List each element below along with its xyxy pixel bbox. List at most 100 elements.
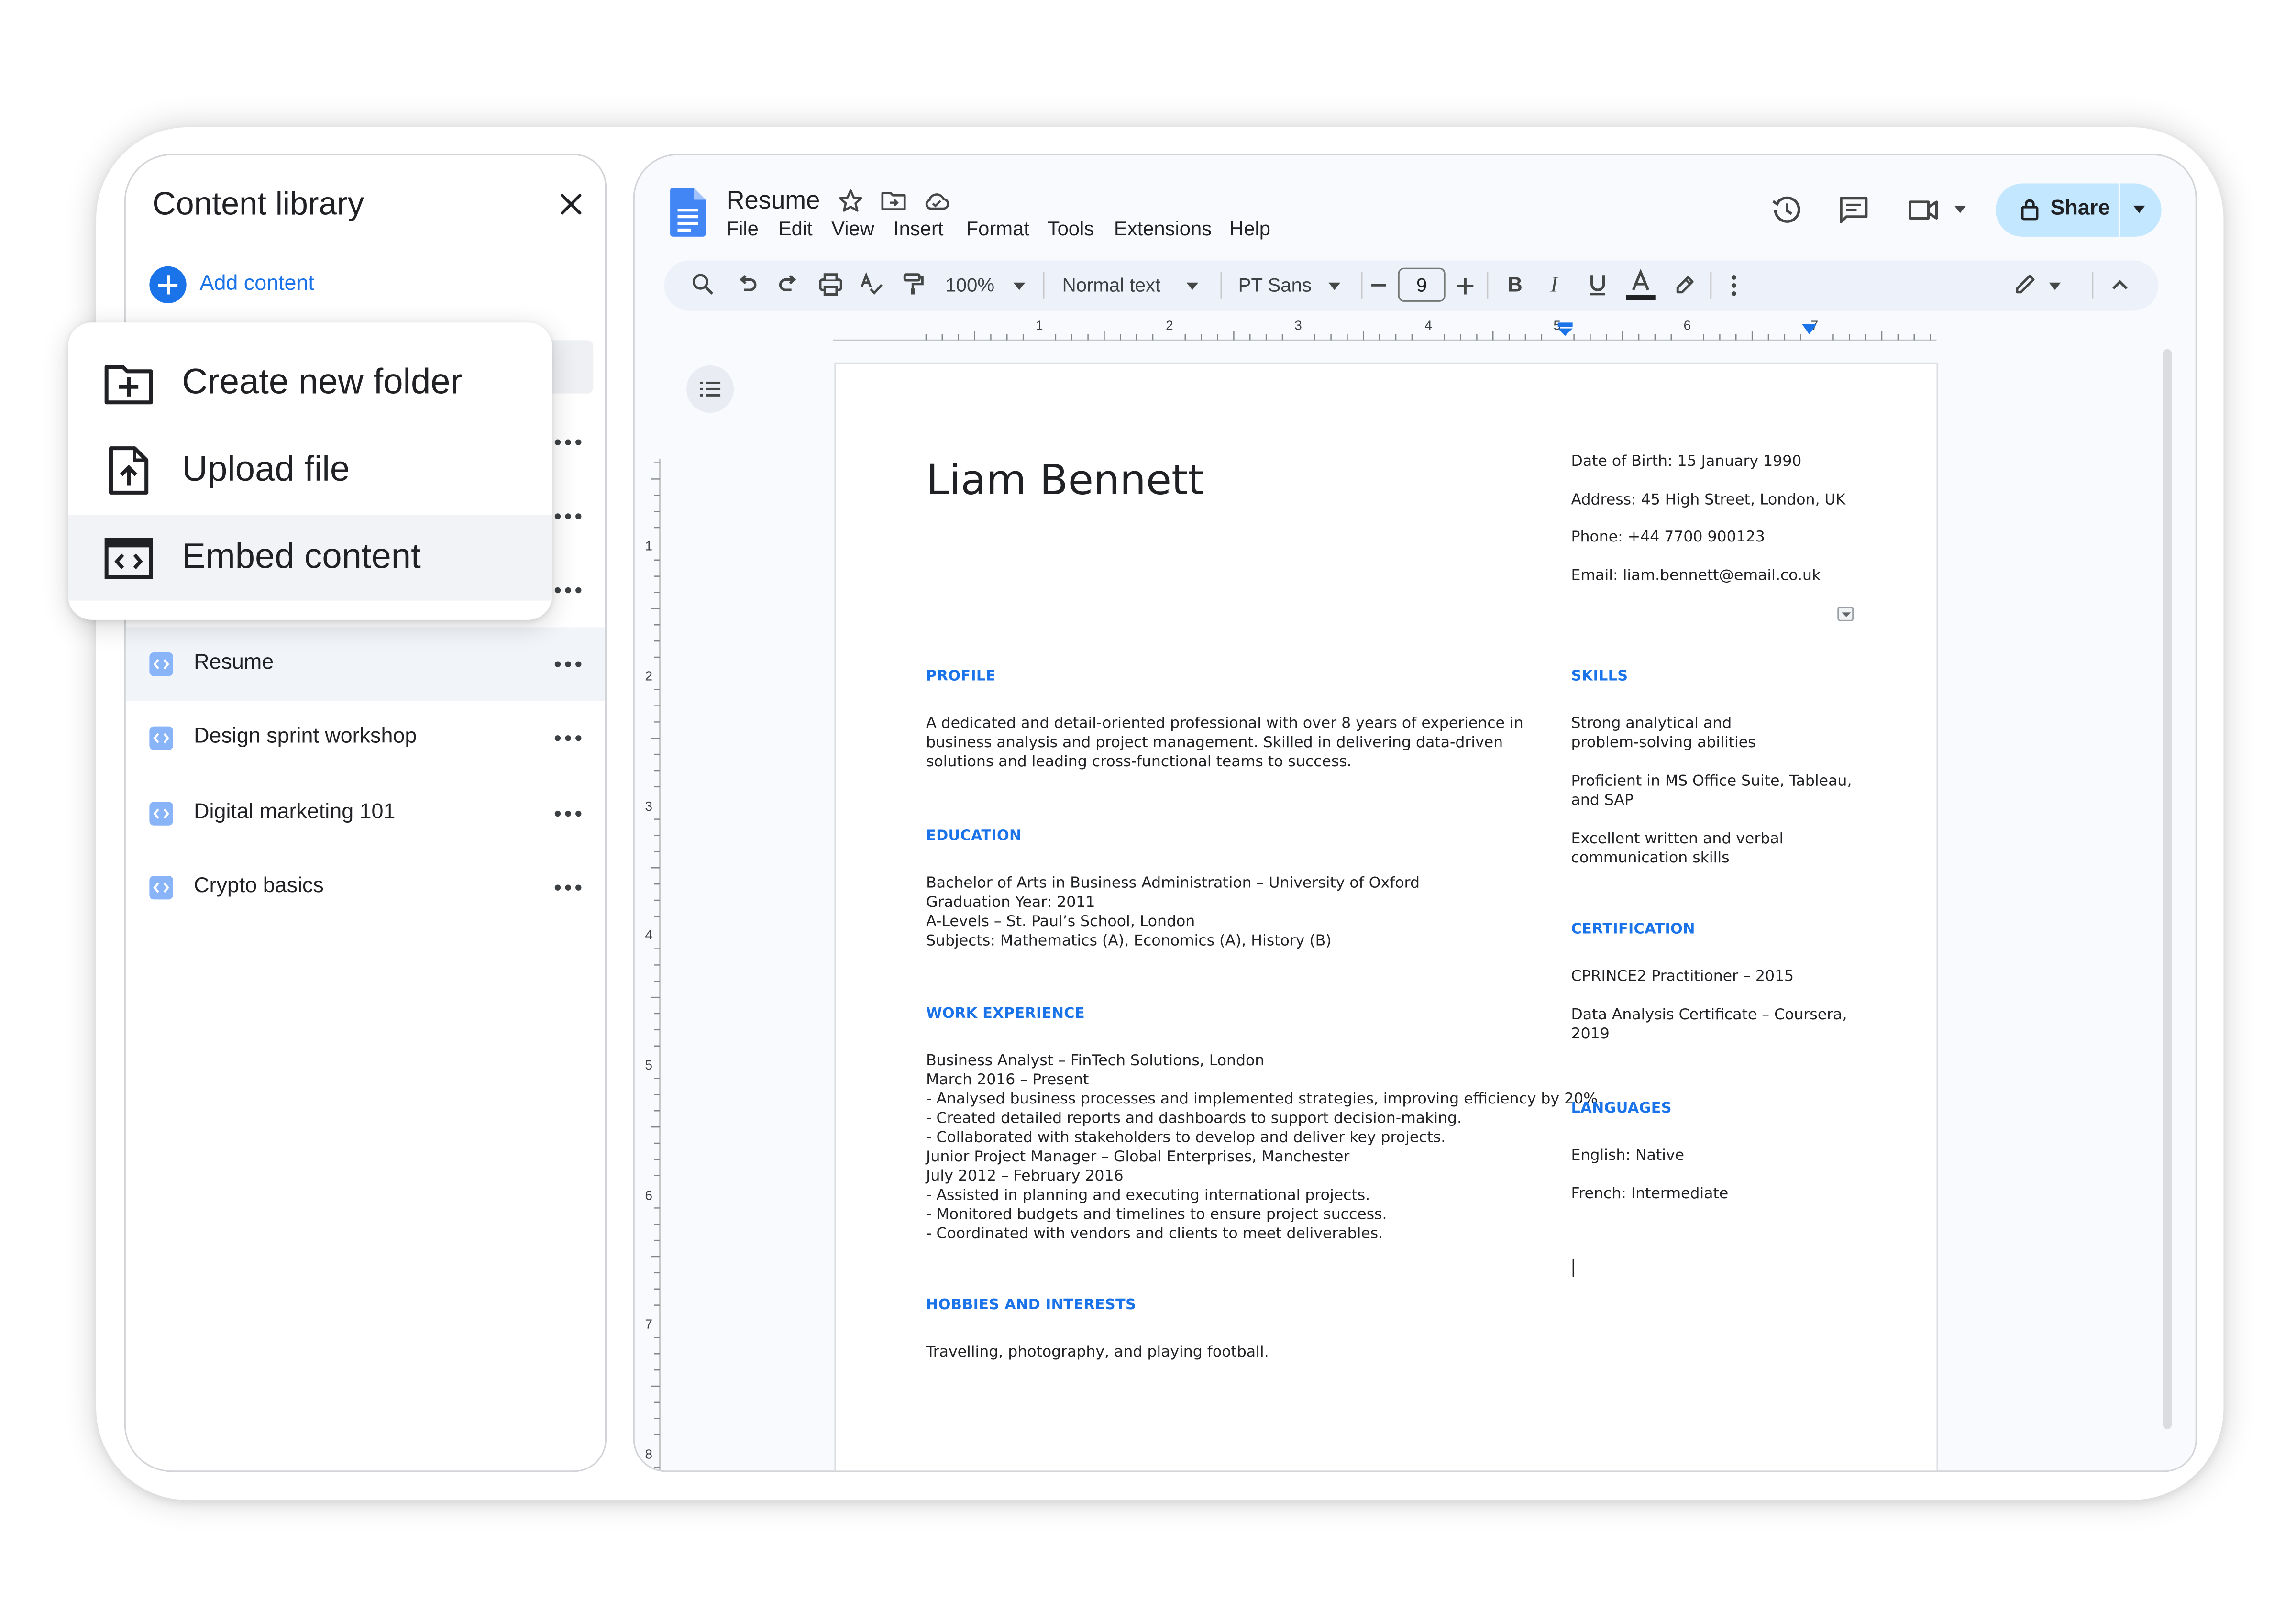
add-content-icon[interactable] <box>149 266 187 304</box>
list-item[interactable]: Design sprint workshop <box>126 701 605 775</box>
more-options-icon[interactable] <box>554 883 585 892</box>
chevron-down-icon[interactable] <box>1954 205 1966 215</box>
version-history-icon[interactable] <box>1771 194 1803 226</box>
menu-view[interactable]: View <box>831 218 874 240</box>
svg-text:I: I <box>1550 272 1559 296</box>
share-label: Share <box>2050 197 2110 221</box>
redo-icon[interactable] <box>777 272 800 296</box>
chevron-down-icon[interactable] <box>1328 282 1341 290</box>
more-options-icon[interactable] <box>554 586 585 595</box>
skill-line: Strong analytical and <box>1571 716 1732 732</box>
list-item[interactable]: Crypto basics <box>126 850 605 925</box>
editing-mode-icon[interactable] <box>2013 272 2037 296</box>
create-new-folder-option[interactable]: Create new folder <box>68 340 552 426</box>
upload-file-option[interactable]: Upload file <box>68 428 552 513</box>
add-content-button[interactable]: Add content <box>200 272 314 296</box>
section-heading-skills: SKILLS <box>1571 668 1628 685</box>
embed-icon <box>149 875 173 900</box>
embed-icon <box>149 652 173 676</box>
document-title[interactable]: Resume <box>727 187 820 216</box>
upload-file-icon <box>109 446 149 495</box>
work-line: - Analysed business processes and implem… <box>926 1092 1603 1108</box>
language-line: English: Native <box>1571 1148 1685 1165</box>
zoom-select[interactable]: 100% <box>945 274 994 296</box>
embed-icon <box>149 726 173 750</box>
more-options-icon[interactable] <box>554 512 585 521</box>
language-line: French: Intermediate <box>1571 1186 1729 1203</box>
chevron-down-icon[interactable] <box>2049 282 2061 290</box>
menu-extensions[interactable]: Extensions <box>1114 218 1212 240</box>
create-folder-icon <box>104 364 153 405</box>
section-heading-hobbies: HOBBIES AND INTERESTS <box>926 1297 1137 1314</box>
chevron-down-icon[interactable] <box>2133 205 2145 213</box>
profile-line: A dedicated and detail-oriented professi… <box>926 716 1523 732</box>
horizontal-ruler: 1 2 3 4 5 6 7 <box>833 318 1937 342</box>
close-icon[interactable] <box>558 191 585 218</box>
decrease-font-size-icon[interactable] <box>1371 284 1386 287</box>
scrollbar[interactable] <box>2163 349 2172 1429</box>
right-indent-marker-icon[interactable] <box>1802 324 1817 336</box>
text-color-icon[interactable] <box>1625 269 1656 302</box>
vertical-ruler: 1 2 3 4 5 6 7 8 <box>638 458 661 1471</box>
bold-icon[interactable]: B <box>1504 272 1525 296</box>
highlight-color-icon[interactable] <box>1673 272 1697 296</box>
spellcheck-icon[interactable] <box>860 272 883 296</box>
more-options-icon[interactable] <box>1731 274 1737 297</box>
more-options-icon[interactable] <box>554 660 585 669</box>
panel-title: Content library <box>152 185 364 222</box>
toolbar-divider <box>1361 272 1363 299</box>
font-select[interactable]: PT Sans <box>1238 274 1312 296</box>
increase-font-size-icon[interactable] <box>1457 278 1474 295</box>
section-heading-education: EDUCATION <box>926 828 1022 845</box>
list-item-label: Digital marketing 101 <box>194 800 396 824</box>
lock-icon <box>2021 199 2039 221</box>
chevron-up-icon[interactable] <box>2111 278 2129 290</box>
share-button[interactable]: Share <box>1996 183 2162 237</box>
contact-email: Email: liam.bennett@email.co.uk <box>1571 568 1821 585</box>
star-icon[interactable] <box>838 188 864 215</box>
ruler-number: 5 <box>645 1058 652 1073</box>
menu-help[interactable]: Help <box>1229 218 1270 240</box>
document-page[interactable]: Liam Bennett Date of Birth: 15 January 1… <box>834 362 1938 1471</box>
menu-item-label: Embed content <box>182 537 421 577</box>
embed-content-option[interactable]: Embed content <box>68 515 552 601</box>
chevron-down-icon[interactable] <box>1837 607 1854 621</box>
move-folder-icon[interactable] <box>880 188 907 215</box>
list-item[interactable]: Digital marketing 101 <box>126 777 605 851</box>
undo-icon[interactable] <box>735 272 759 296</box>
paragraph-style-select[interactable]: Normal text <box>1062 274 1161 296</box>
cloud-status-icon[interactable] <box>923 188 950 215</box>
meet-icon[interactable] <box>1907 194 1943 226</box>
add-content-menu: Create new folder Upload file Embed cont… <box>68 322 552 620</box>
chevron-down-icon[interactable] <box>1013 282 1026 290</box>
menu-tools[interactable]: Tools <box>1048 218 1094 240</box>
search-icon[interactable] <box>691 272 714 296</box>
more-options-icon[interactable] <box>554 809 585 818</box>
chevron-down-icon[interactable] <box>1186 282 1199 290</box>
work-line: Junior Project Manager – Global Enterpri… <box>926 1149 1350 1166</box>
more-options-icon[interactable] <box>554 734 585 743</box>
indent-marker-icon[interactable] <box>1556 322 1574 337</box>
menu-format[interactable]: Format <box>966 218 1029 240</box>
ruler-number: 4 <box>1424 318 1432 333</box>
document-outline-button[interactable] <box>686 365 734 413</box>
share-divider <box>2118 183 2120 237</box>
ruler-number: 8 <box>645 1446 652 1462</box>
menu-insert[interactable]: Insert <box>894 218 943 240</box>
docs-logo-icon[interactable] <box>670 188 706 237</box>
print-icon[interactable] <box>818 272 843 296</box>
underline-icon[interactable] <box>1588 272 1608 298</box>
more-options-icon[interactable] <box>554 438 585 447</box>
paint-format-icon[interactable] <box>901 272 925 296</box>
menu-file[interactable]: File <box>727 218 759 240</box>
list-item[interactable]: Resume <box>125 627 605 701</box>
comments-icon[interactable] <box>1837 194 1870 226</box>
menu-item-label: Upload file <box>182 450 350 490</box>
ruler-number: 3 <box>645 799 652 814</box>
italic-icon[interactable]: I <box>1546 272 1567 296</box>
ruler-number: 1 <box>1035 318 1043 333</box>
menu-edit[interactable]: Edit <box>778 218 813 240</box>
section-heading-profile: PROFILE <box>926 668 996 685</box>
font-size-input[interactable]: 9 <box>1398 267 1446 302</box>
work-line: - Collaborated with stakeholders to deve… <box>926 1130 1446 1147</box>
